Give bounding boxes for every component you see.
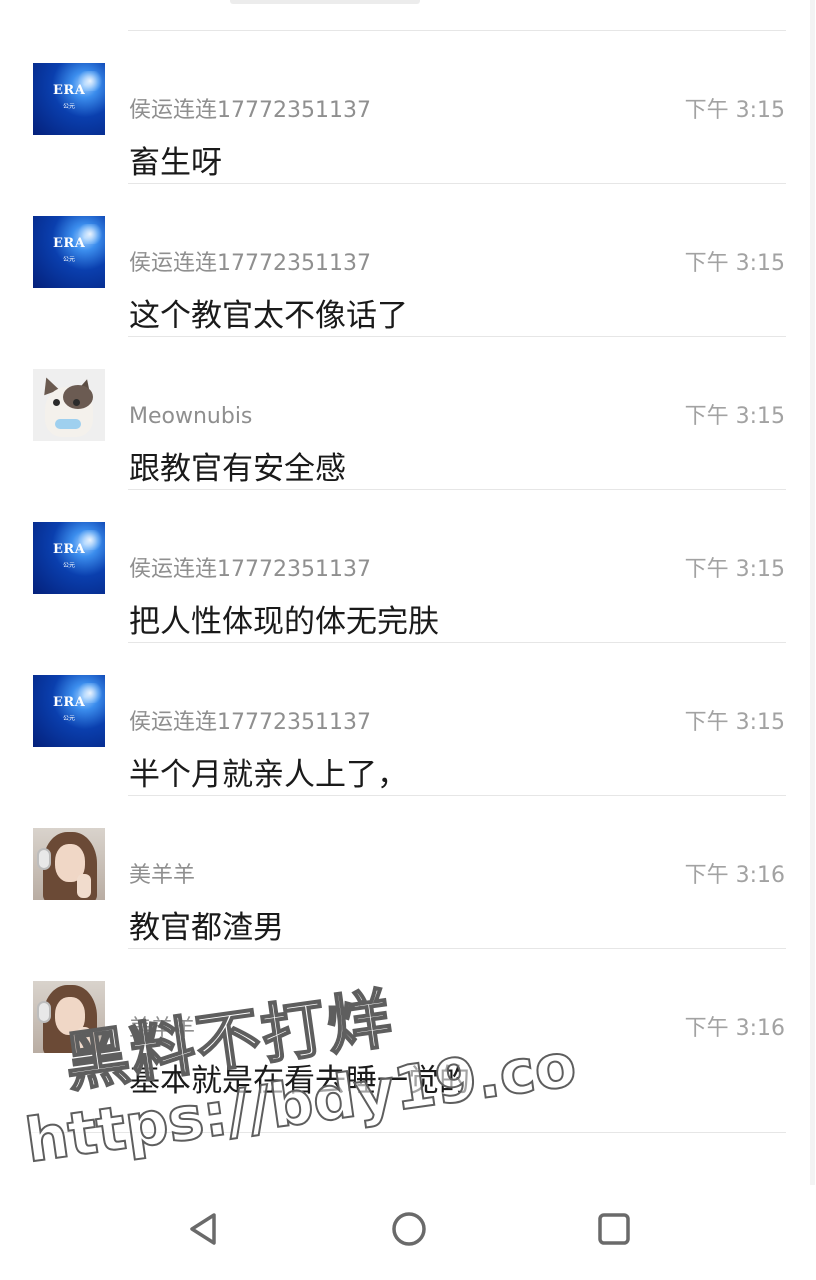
avatar-logo-text: ERA bbox=[53, 695, 86, 710]
message-row[interactable]: 美羊羊 下午 3:16 教官都渣男 bbox=[0, 796, 816, 949]
scrollbar[interactable] bbox=[810, 0, 815, 1185]
sender-name[interactable]: 美羊羊 bbox=[129, 862, 195, 890]
chat-screen: ERA 公元 侯运连连17772351137 下午 3:15 畜生呀 ERA 公元 侯运连连1… bbox=[0, 0, 816, 1280]
message-row[interactable]: ERA 公元 侯运连连17772351137 下午 3:15 畜生呀 bbox=[0, 31, 816, 184]
message-time: 下午 3:15 bbox=[684, 404, 785, 429]
message-row[interactable]: ERA 公元 侯运连连17772351137 下午 3:15 这个教官太不像话了 bbox=[0, 184, 816, 337]
sender-name[interactable]: 侯运连连17772351137 bbox=[129, 97, 371, 125]
message-time: 下午 3:15 bbox=[684, 557, 785, 582]
message-row[interactable]: Meownubis 下午 3:15 跟教官有安全感 bbox=[0, 337, 816, 490]
sender-name[interactable]: 侯运连连17772351137 bbox=[129, 556, 371, 584]
home-button[interactable] bbox=[385, 1205, 433, 1253]
sender-name[interactable]: 侯运连连17772351137 bbox=[129, 709, 371, 737]
back-button[interactable] bbox=[180, 1205, 228, 1253]
era-logo-avatar[interactable]: ERA 公元 bbox=[33, 675, 105, 747]
recent-apps-square-icon bbox=[598, 1213, 630, 1245]
back-triangle-icon bbox=[190, 1213, 216, 1245]
message-time: 下午 3:16 bbox=[684, 1016, 785, 1041]
sender-name[interactable]: 侯运连连17772351137 bbox=[129, 250, 371, 278]
avatar-logo-subtext: 公元 bbox=[63, 562, 76, 569]
previous-item-fragment bbox=[230, 0, 420, 4]
message-text: 畜生呀 bbox=[129, 145, 222, 181]
recent-apps-button[interactable] bbox=[590, 1205, 638, 1253]
message-text: 教官都渣男 bbox=[129, 910, 284, 946]
message-row[interactable]: ERA 公元 侯运连连17772351137 下午 3:15 半个月就亲人上了， bbox=[0, 643, 816, 796]
avatar-logo-text: ERA bbox=[53, 542, 86, 557]
avatar-logo-text: ERA bbox=[53, 236, 86, 251]
era-logo-avatar[interactable]: ERA 公元 bbox=[33, 216, 105, 288]
avatar-logo-subtext: 公元 bbox=[63, 715, 76, 722]
message-text: 半个月就亲人上了， bbox=[129, 757, 408, 793]
avatar-logo-text: ERA bbox=[53, 83, 86, 98]
message-time: 下午 3:16 bbox=[684, 863, 785, 888]
home-circle-icon bbox=[392, 1212, 426, 1246]
era-logo-avatar[interactable]: ERA 公元 bbox=[33, 63, 105, 135]
message-time: 下午 3:15 bbox=[684, 98, 785, 123]
message-time: 下午 3:15 bbox=[684, 710, 785, 735]
message-text: 跟教官有安全感 bbox=[129, 451, 346, 487]
sender-name[interactable]: Meownubis bbox=[129, 403, 252, 431]
message-row[interactable]: ERA 公元 侯运连连17772351137 下午 3:15 把人性体现的体无完肤 bbox=[0, 490, 816, 643]
era-logo-avatar[interactable]: ERA 公元 bbox=[33, 522, 105, 594]
avatar-logo-subtext: 公元 bbox=[63, 256, 76, 263]
girl-avatar[interactable] bbox=[33, 828, 105, 900]
message-time: 下午 3:15 bbox=[684, 251, 785, 276]
message-text: 这个教官太不像话了 bbox=[129, 298, 408, 334]
android-navigation-bar bbox=[0, 1185, 816, 1280]
avatar-logo-subtext: 公元 bbox=[63, 103, 76, 110]
cat-avatar[interactable] bbox=[33, 369, 105, 441]
message-text: 把人性体现的体无完肤 bbox=[129, 604, 439, 640]
